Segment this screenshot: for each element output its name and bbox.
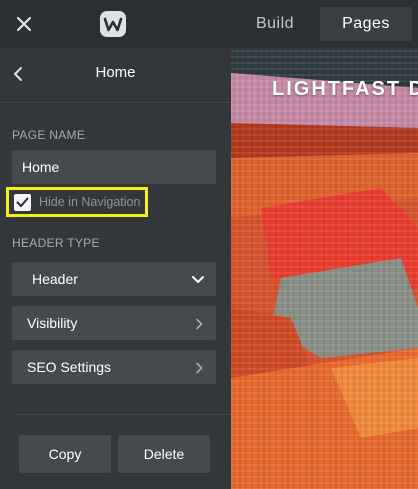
site-preview[interactable]: LIGHTFAST D	[231, 48, 418, 489]
top-bar: Build Pages	[0, 0, 418, 48]
header-image	[231, 48, 418, 489]
seo-settings-label: SEO Settings	[27, 359, 112, 375]
page-name-label: PAGE NAME	[12, 128, 86, 142]
chevron-left-icon[interactable]	[8, 63, 28, 85]
divider	[16, 414, 231, 415]
page-title: Home	[95, 64, 136, 81]
hide-in-navigation-checkbox[interactable]: Hide in Navigation	[6, 187, 148, 217]
tab-build[interactable]: Build	[234, 7, 316, 41]
panel-header: Home	[0, 48, 231, 103]
tab-pages[interactable]: Pages	[320, 7, 412, 41]
seo-settings-button[interactable]: SEO Settings	[12, 350, 216, 384]
chevron-right-icon	[193, 361, 205, 379]
page-settings-panel: Home PAGE NAME Hide in Navigation HEADER…	[0, 48, 231, 489]
hide-in-navigation-label: Hide in Navigation	[39, 195, 141, 209]
checkbox-checked-icon[interactable]	[14, 194, 31, 211]
header-type-select[interactable]: Header	[12, 262, 216, 296]
header-type-label: HEADER TYPE	[12, 236, 100, 250]
delete-button[interactable]: Delete	[118, 435, 210, 473]
chevron-right-icon	[193, 317, 205, 335]
visibility-button[interactable]: Visibility	[12, 306, 216, 340]
visibility-label: Visibility	[27, 315, 78, 331]
header-type-value: Header	[32, 271, 78, 287]
close-icon[interactable]	[12, 12, 36, 36]
copy-button[interactable]: Copy	[19, 435, 111, 473]
weebly-logo-icon[interactable]	[100, 11, 126, 37]
chevron-down-icon	[191, 273, 205, 291]
page-name-field[interactable]	[12, 150, 216, 184]
site-title[interactable]: LIGHTFAST D	[272, 78, 418, 101]
